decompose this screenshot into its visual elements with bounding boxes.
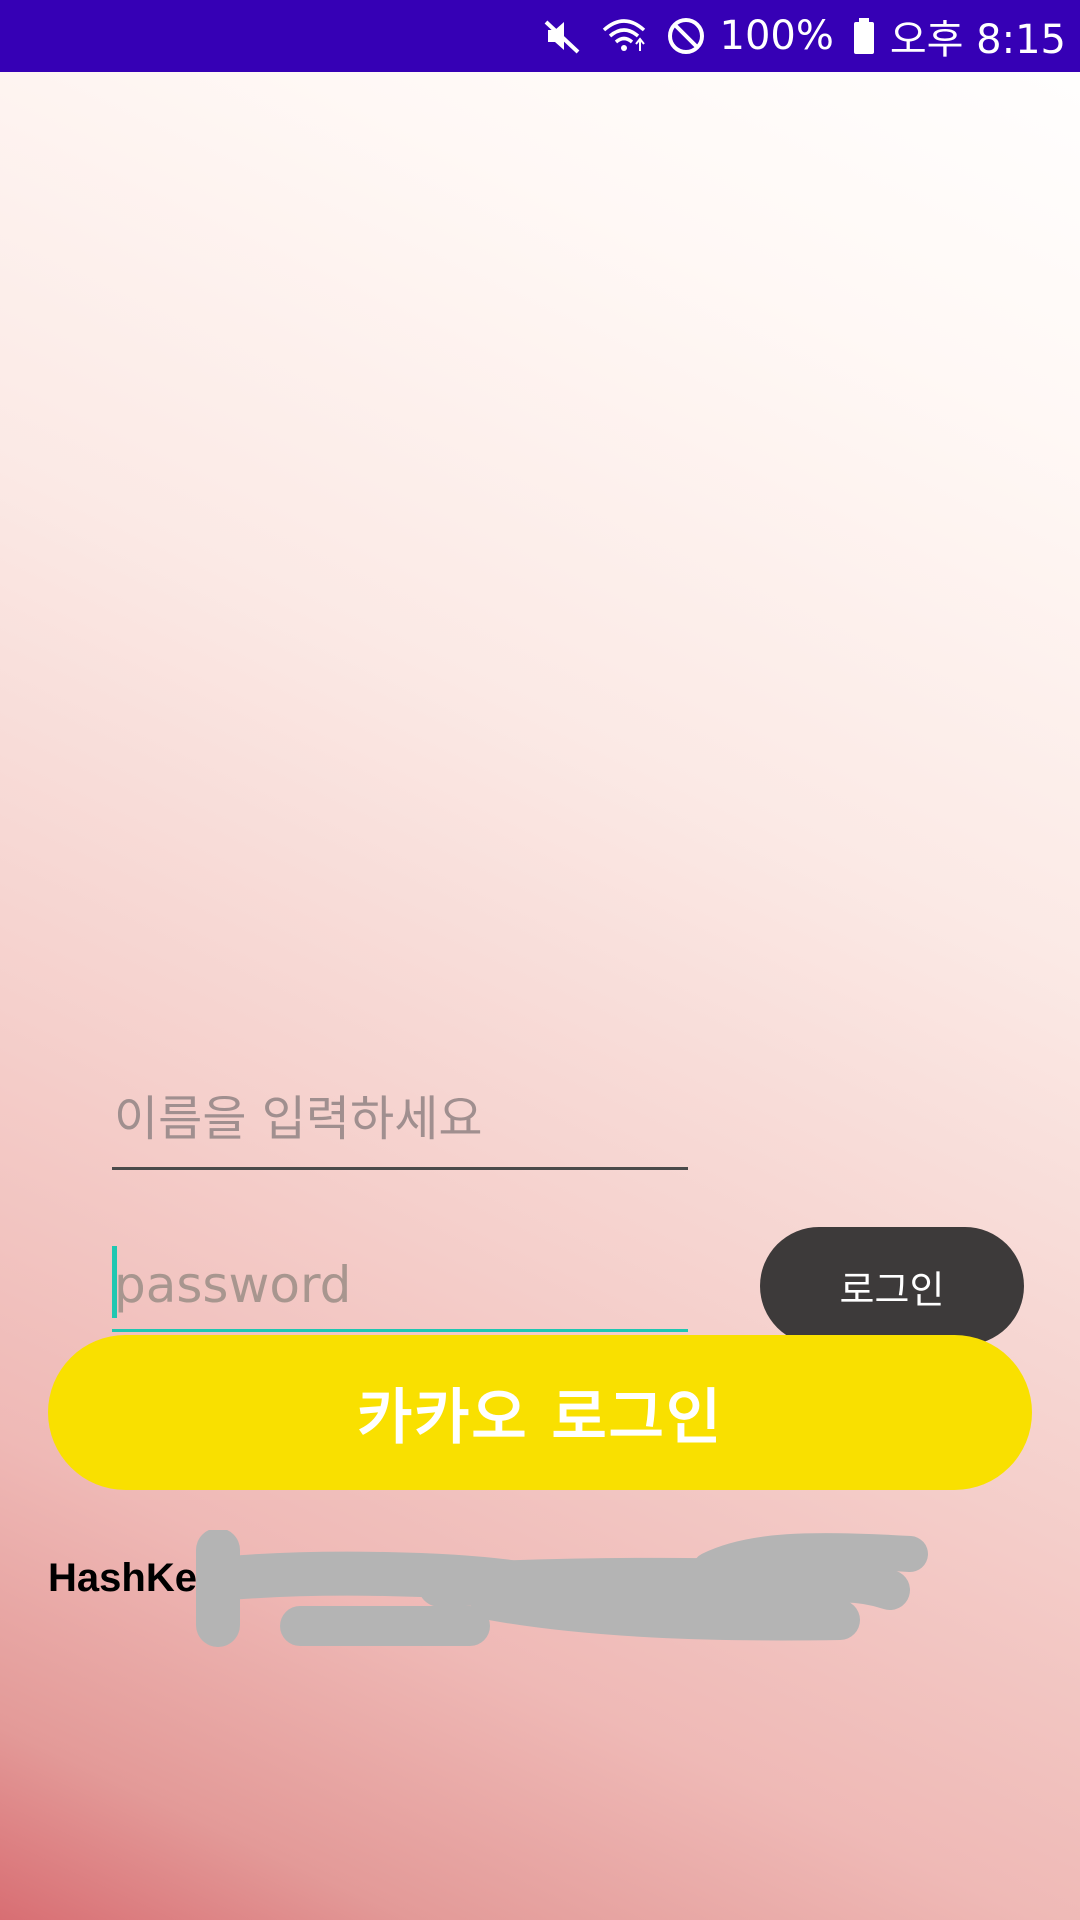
login-button[interactable]: 로그인 [760, 1227, 1024, 1345]
name-input[interactable] [112, 1070, 688, 1170]
password-input[interactable] [112, 1240, 688, 1332]
clock: 오후 8:15 [889, 17, 1066, 63]
redaction-scribble [196, 1530, 928, 1647]
hashkey-label: HashKe [48, 1556, 197, 1600]
kakao-login-button[interactable]: 카카오 로그인 [48, 1335, 1032, 1490]
status-bar: 100% 오후 8:15 [0, 0, 1080, 72]
battery-icon [852, 16, 876, 56]
battery-percent: 100% [719, 13, 834, 59]
wifi-icon [600, 16, 648, 56]
do-not-disturb-icon [666, 16, 706, 56]
text-cursor [112, 1246, 117, 1318]
mute-icon [542, 16, 582, 56]
